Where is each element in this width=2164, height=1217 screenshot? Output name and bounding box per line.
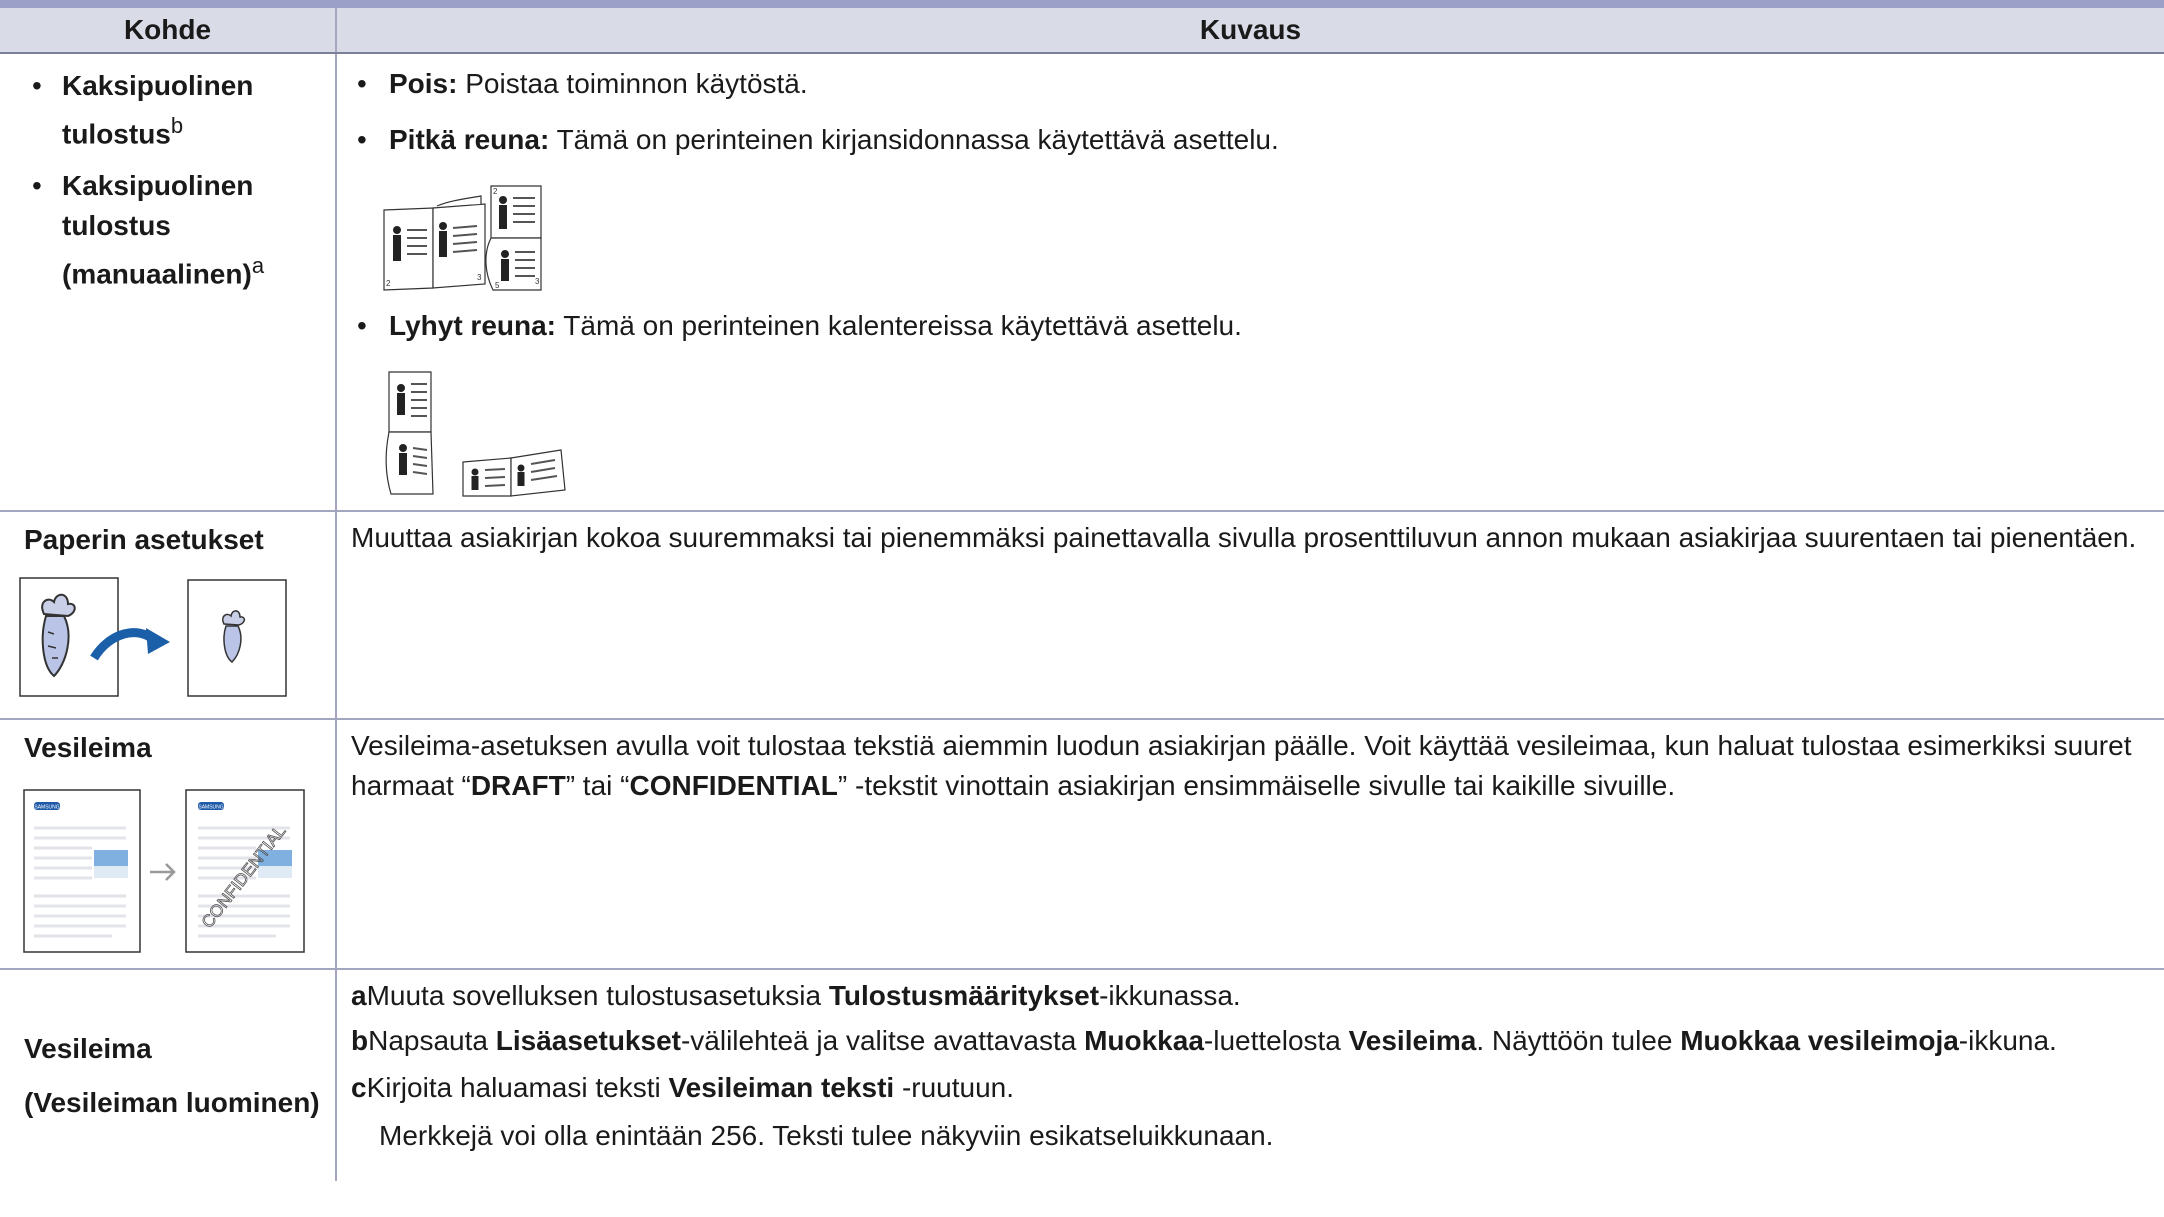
- header-row: Kohde Kuvaus: [0, 8, 2164, 54]
- step-b: bNapsauta Lisäasetukset-välilehteä ja va…: [351, 1022, 2144, 1060]
- step-key: a: [351, 980, 367, 1011]
- watermark-create-label: Vesileima: [24, 1032, 152, 1064]
- step-text: -ikkuna.: [1958, 1025, 2057, 1056]
- paper-label: Paperin asetukset: [24, 524, 264, 555]
- duplex-manual-label-text: Kaksipuolinen tulostus (manuaalinen): [62, 170, 254, 290]
- long-edge-booklet-illustration: 2 3 2 3 5: [383, 185, 542, 291]
- option-term: Pois:: [389, 68, 458, 99]
- step-bold: Vesileima: [1348, 1025, 1477, 1056]
- bullet: •: [357, 124, 367, 155]
- watermark-item-cell: Vesileima SAMSUNG SAMSUNG CONFIDENTIAL: [0, 719, 337, 970]
- table-row-duplex: • Kaksipuolinen tulostusb • Kaksipuoline…: [0, 53, 2164, 512]
- step-text: -ikkunassa.: [1099, 980, 1241, 1011]
- short-edge-calendar-illustration: [385, 371, 566, 497]
- option-term: Lyhyt reuna:: [389, 310, 556, 341]
- table-row-watermark-create: Vesileima (Vesileiman luominen) aMuuta s…: [0, 969, 2164, 1181]
- column-header-kohde: Kohde: [0, 8, 337, 54]
- desc-draft: DRAFT: [470, 770, 566, 801]
- logo-text: SAMSUNG: [198, 805, 223, 811]
- watermark-label: Vesileima: [24, 732, 152, 763]
- watermark-illustration: SAMSUNG SAMSUNG CONFIDENTIAL: [23, 789, 305, 953]
- step-key: c: [351, 1072, 367, 1103]
- duplex-item-cell: • Kaksipuolinen tulostusb • Kaksipuoline…: [0, 53, 337, 512]
- step-text: -ruutuun.: [894, 1072, 1015, 1103]
- watermark-create-sublabel: (Vesileiman luominen): [24, 1086, 320, 1118]
- page-number: 5: [495, 281, 500, 290]
- table-row-paper: Paperin asetukset Muuttaa asiakirjan kok…: [0, 511, 2164, 720]
- step-bold: Muokkaa: [1084, 1025, 1204, 1056]
- footnote-mark-a: a: [251, 253, 265, 279]
- option-term: Pitkä reuna:: [389, 124, 550, 155]
- step-c-note: Merkkejä voi olla enintään 256. Teksti t…: [351, 1112, 2144, 1160]
- page-number: 2: [493, 187, 498, 196]
- table-row-watermark: Vesileima SAMSUNG SAMSUNG CONFIDENTIAL V…: [0, 719, 2164, 970]
- arrow-icon: [150, 863, 176, 881]
- duplex-manual-label: Kaksipuolinen tulostus (manuaalinen)a: [62, 166, 327, 294]
- option-text: Tämä on perinteinen kirjansidonnassa käy…: [556, 124, 1279, 155]
- scale-illustration: [19, 577, 287, 697]
- bullet: •: [357, 310, 367, 341]
- step-bold: Muokkaa vesileimoja: [1680, 1025, 1959, 1056]
- bullet: •: [32, 70, 42, 101]
- option-off: • Pois: Poistaa toiminnon käytöstä.: [351, 64, 2144, 120]
- bullet: •: [357, 68, 367, 99]
- arrow-head: [146, 628, 170, 654]
- list-item-duplex: • Kaksipuolinen tulostusb: [24, 66, 327, 154]
- watermark-create-description-cell: aMuuta sovelluksen tulostusasetuksia Tul…: [336, 969, 2164, 1181]
- page-number: 3: [535, 277, 540, 286]
- list-item-duplex-manual: • Kaksipuolinen tulostus (manuaalinen)a: [24, 166, 327, 294]
- paper-description: Muuttaa asiakirjan kokoa suuremmaksi tai…: [351, 522, 2137, 553]
- step-note-text: Merkkejä voi olla enintään 256. Teksti t…: [379, 1120, 1274, 1151]
- watermark-create-item-cell: Vesileima (Vesileiman luominen): [0, 969, 337, 1181]
- settings-table: Kohde Kuvaus • Kaksipuolinen tulostusb •…: [0, 8, 2164, 1181]
- watermark-description: Vesileima-asetuksen avulla voit tulostaa…: [351, 726, 2144, 806]
- logo-text: SAMSUNG: [34, 805, 59, 811]
- option-long-edge: • Pitkä reuna: Tämä on perinteinen kirja…: [351, 120, 2144, 176]
- step-c: cKirjoita haluamasi teksti Vesileiman te…: [351, 1064, 2144, 1112]
- column-header-kuvaus: Kuvaus: [336, 8, 2164, 54]
- step-text: Kirjoita haluamasi teksti: [366, 1072, 669, 1103]
- step-bold: Lisäasetukset: [495, 1025, 681, 1056]
- page-number: 2: [386, 279, 391, 288]
- paper-item-cell: Paperin asetukset: [0, 511, 337, 720]
- page-number: 3: [477, 273, 482, 282]
- duplex-label-text: Kaksipuolinen tulostus: [62, 70, 254, 150]
- step-bold: Vesileiman teksti: [668, 1072, 895, 1103]
- step-text: Napsauta: [368, 1025, 496, 1056]
- footnote-mark-b: b: [170, 113, 184, 138]
- duplex-label: Kaksipuolinen tulostusb: [62, 66, 327, 154]
- step-key: b: [351, 1025, 369, 1056]
- step-text: -luettelosta: [1203, 1025, 1349, 1056]
- bullet: •: [32, 170, 42, 202]
- duplex-description-cell: • Pois: Poistaa toiminnon käytöstä. • Pi…: [336, 53, 2164, 512]
- step-text: . Näyttöön tulee: [1476, 1025, 1681, 1056]
- top-rule: [0, 0, 2164, 8]
- option-short-edge: • Lyhyt reuna: Tämä on perinteinen kalen…: [351, 306, 2144, 362]
- step-a: aMuuta sovelluksen tulostusasetuksia Tul…: [351, 972, 2144, 1020]
- step-text: -välilehteä ja valitse avattavasta: [680, 1025, 1085, 1056]
- desc-text: ” -tekstit vinottain asiakirjan ensimmäi…: [837, 770, 1676, 801]
- step-bold: Tulostusmääritykset: [828, 980, 1100, 1011]
- option-text: Poistaa toiminnon käytöstä.: [465, 68, 808, 99]
- option-text: Tämä on perinteinen kalentereissa käytet…: [563, 310, 1242, 341]
- paper-description-cell: Muuttaa asiakirjan kokoa suuremmaksi tai…: [336, 511, 2164, 720]
- desc-confidential: CONFIDENTIAL: [629, 770, 838, 801]
- desc-text: ” tai “: [565, 770, 630, 801]
- step-text: Muuta sovelluksen tulostusasetuksia: [366, 980, 829, 1011]
- watermark-description-cell: Vesileima-asetuksen avulla voit tulostaa…: [336, 719, 2164, 970]
